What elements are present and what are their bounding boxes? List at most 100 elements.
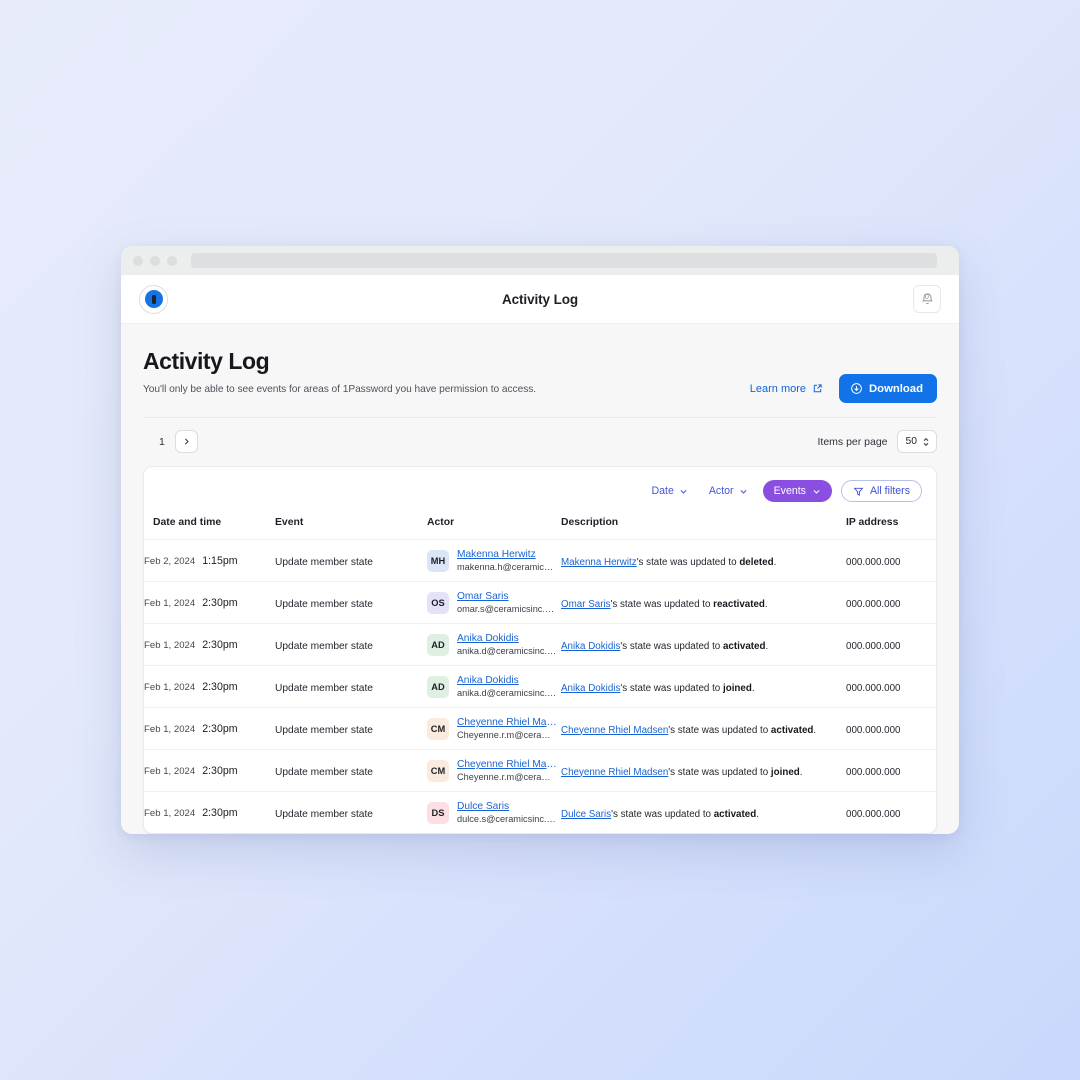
avatar: CM (427, 717, 449, 740)
description-state: deleted (739, 556, 774, 568)
cell-actor: AD Anika Dokidis anika.d@ceramicsinc.com (427, 623, 561, 666)
cell-description: Dulce Saris's state was updated to activ… (561, 792, 846, 834)
row-ip: 000.000.000 (846, 808, 901, 820)
row-time: 2:30pm (202, 764, 238, 777)
table-row[interactable]: Feb 1, 2024 2:30pm Update member state OS Om… (144, 581, 936, 624)
row-time: 2:30pm (202, 722, 238, 735)
description-end: . (751, 682, 755, 694)
chevron-right-icon (184, 438, 189, 445)
cell-date-time: Feb 1, 2024 2:30pm (144, 623, 275, 666)
cell-description: Cheyenne Rhiel Madsen's state was update… (561, 707, 846, 750)
actor-name-link[interactable]: Dulce Saris (457, 801, 557, 812)
external-link-icon (813, 384, 822, 393)
row-event: Update member state (275, 598, 373, 610)
address-bar[interactable] (191, 253, 937, 268)
activity-log-table: Date and time Event Actor Description IP… (144, 513, 936, 833)
browser-titlebar (121, 246, 959, 275)
filter-actor-label: Actor (708, 485, 734, 497)
description-actor-link[interactable]: Cheyenne Rhiel Madsen (561, 767, 668, 778)
actor-name-link[interactable]: Makenna Herwitz (457, 549, 557, 560)
description-actor-link[interactable]: Anika Dokidis (561, 641, 620, 652)
page-actions: Learn more Download (750, 374, 937, 403)
table-row[interactable]: Feb 1, 2024 2:30pm Update member state DS Du… (144, 792, 936, 834)
filter-actor[interactable]: Actor (703, 481, 754, 501)
row-description: Makenna Herwitz's state was updated to d… (561, 557, 776, 568)
download-circle-icon (851, 383, 862, 394)
row-date: Feb 1, 2024 (144, 681, 196, 693)
avatar: MH (427, 549, 449, 572)
row-event: Update member state (275, 766, 373, 778)
column-header-description: Description (561, 513, 846, 540)
table-header-row: Date and time Event Actor Description IP… (144, 513, 936, 540)
description-middle: 's state was updated to (620, 682, 723, 694)
minimize-window-button[interactable] (150, 255, 160, 266)
page-header: Activity Log You'll only be able to see … (143, 324, 937, 418)
avatar: CM (427, 759, 449, 782)
row-date: Feb 1, 2024 (144, 723, 196, 735)
description-actor-link[interactable]: Dulce Saris (561, 809, 611, 820)
table-row[interactable]: Feb 1, 2024 2:30pm Update member state CM Ch… (144, 749, 936, 792)
description-actor-link[interactable]: Anika Dokidis (561, 683, 620, 694)
cell-description: Anika Dokidis's state was updated to joi… (561, 665, 846, 708)
browser-window: Activity Log 0 Activity Log You'll only … (121, 246, 959, 834)
all-filters-button[interactable]: All filters (840, 480, 922, 502)
column-header-ip-address: IP address (846, 513, 936, 540)
pagination-bar: 1 Items per page 50 (143, 418, 937, 466)
actor-email: Cheyenne.r.m@ceramic... (457, 730, 557, 740)
description-end: . (764, 598, 768, 610)
actor-name-link[interactable]: Cheyenne Rhiel Mad... (457, 717, 557, 728)
row-date: Feb 1, 2024 (144, 807, 196, 819)
actor-name-link[interactable]: Anika Dokidis (457, 675, 557, 686)
actor-name-link[interactable]: Omar Saris (457, 591, 557, 602)
stepper-updown-icon[interactable] (922, 436, 930, 448)
filter-bar: Date Actor Events All filters (144, 467, 936, 513)
cell-description: Makenna Herwitz's state was updated to d… (561, 539, 846, 582)
description-middle: 's state was updated to (620, 640, 723, 652)
filter-events[interactable]: Events (762, 480, 832, 502)
description-middle: 's state was updated to (668, 766, 771, 778)
actor-name-link[interactable]: Anika Dokidis (457, 633, 557, 644)
column-header-actor: Actor (427, 513, 561, 540)
learn-more-link[interactable]: Learn more (750, 383, 823, 395)
maximize-window-button[interactable] (167, 255, 177, 266)
cell-actor: CM Cheyenne Rhiel Mad... Cheyenne.r.m@cera… (427, 749, 561, 792)
row-date: Feb 1, 2024 (144, 765, 196, 777)
description-actor-link[interactable]: Omar Saris (561, 599, 611, 610)
current-page-number[interactable]: 1 (159, 436, 165, 448)
1password-logo-icon[interactable] (139, 284, 168, 314)
table-row[interactable]: Feb 1, 2024 2:30pm Update member state CM Ch… (144, 707, 936, 750)
table-row[interactable]: Feb 1, 2024 2:30pm Update member state AD An… (144, 623, 936, 666)
filter-date[interactable]: Date (645, 481, 693, 501)
row-time: 2:30pm (202, 596, 238, 609)
next-page-button[interactable] (174, 430, 198, 453)
description-state: joined (770, 766, 800, 778)
avatar: DS (427, 801, 449, 824)
cell-event: Update member state (275, 792, 427, 834)
page-body: Activity Log You'll only be able to see … (121, 324, 959, 834)
row-description: Omar Saris's state was updated to reacti… (561, 599, 768, 610)
description-actor-link[interactable]: Makenna Herwitz (561, 557, 637, 568)
actor-name-link[interactable]: Cheyenne Rhiel Mad... (457, 759, 557, 770)
logo-key-bar (151, 294, 156, 304)
description-actor-link[interactable]: Cheyenne Rhiel Madsen (561, 725, 668, 736)
notifications-button[interactable]: 0 (913, 285, 941, 313)
download-button[interactable]: Download (839, 374, 937, 403)
table-row[interactable]: Feb 1, 2024 2:30pm Update member state AD An… (144, 665, 936, 708)
description-middle: 's state was updated to (610, 598, 714, 610)
column-header-date-time: Date and time (144, 513, 275, 540)
actor-email: makenna.h@ceramicsin... (457, 562, 557, 572)
table-row[interactable]: Feb 2, 2024 1:15pm Update member state MH Ma… (144, 539, 936, 582)
items-per-page-stepper[interactable]: 50 (896, 430, 937, 453)
funnel-icon (853, 487, 864, 496)
avatar: AD (427, 633, 449, 656)
close-window-button[interactable] (133, 255, 143, 266)
page-title: Activity Log (143, 348, 270, 374)
window-controls[interactable] (133, 255, 177, 266)
row-event: Update member state (275, 808, 373, 820)
description-end: . (756, 808, 759, 820)
chevron-down-icon (740, 489, 747, 494)
cell-event: Update member state (275, 707, 427, 750)
logo-circle (144, 290, 163, 308)
actor-email: omar.s@ceramicsinc.com (457, 604, 557, 614)
row-ip: 000.000.000 (846, 682, 901, 694)
